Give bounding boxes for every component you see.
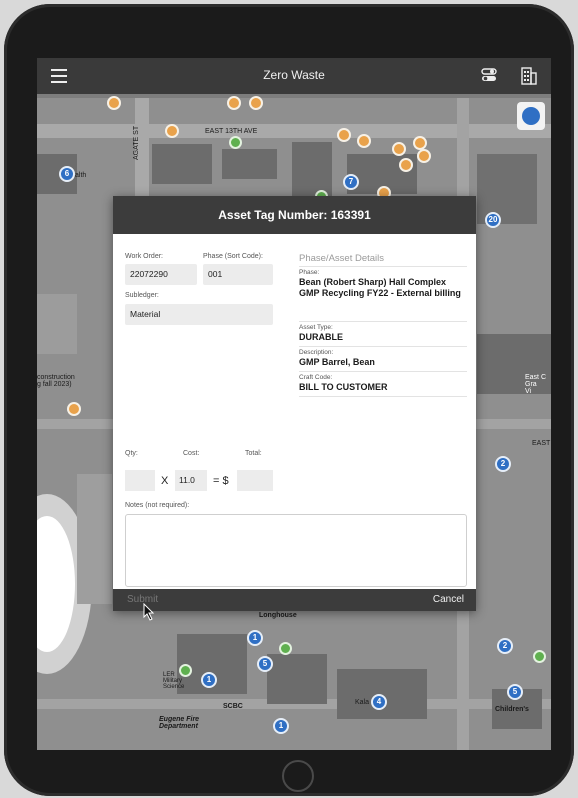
detail-label: Craft Code: bbox=[299, 374, 333, 381]
green-pin[interactable] bbox=[279, 642, 292, 655]
orange-pin[interactable] bbox=[357, 134, 371, 148]
total-field[interactable] bbox=[237, 470, 273, 491]
detail-value: DURABLE bbox=[299, 332, 343, 342]
home-button[interactable] bbox=[282, 760, 314, 792]
locate-button[interactable] bbox=[517, 102, 545, 130]
blue-numbered-pin[interactable]: 5 bbox=[507, 684, 523, 700]
phase-field[interactable]: 001 bbox=[203, 264, 273, 285]
green-pin[interactable] bbox=[179, 664, 192, 677]
building-label: Children's bbox=[495, 706, 529, 713]
detail-value: Bean (Robert Sharp) Hall Complex GMP Rec… bbox=[299, 277, 461, 298]
orange-pin[interactable] bbox=[392, 142, 406, 156]
street-label: EAST 13TH AVE bbox=[205, 128, 258, 135]
phase-label: Phase (Sort Code): bbox=[203, 253, 263, 260]
details-title: Phase/Asset Details bbox=[299, 253, 385, 264]
building-label: Longhouse bbox=[259, 612, 297, 619]
orange-pin[interactable] bbox=[67, 402, 81, 416]
detail-value: BILL TO CUSTOMER bbox=[299, 382, 388, 392]
cost-label: Cost: bbox=[183, 450, 200, 457]
equals-symbol: = $ bbox=[213, 475, 229, 487]
asset-tag-dialog: Asset Tag Number: 163391 Work Order: 220… bbox=[113, 196, 476, 611]
times-symbol: X bbox=[161, 475, 169, 487]
work-order-label: Work Order: bbox=[125, 253, 163, 260]
blue-numbered-pin[interactable]: 2 bbox=[497, 638, 513, 654]
building-label: SCBC bbox=[223, 703, 243, 710]
app-title: Zero Waste bbox=[263, 68, 325, 82]
work-order-field[interactable]: 22072290 bbox=[125, 264, 197, 285]
building-label: Eugene Fire Department bbox=[159, 716, 200, 730]
street-label: AGATE ST bbox=[133, 125, 140, 160]
green-pin[interactable] bbox=[533, 650, 546, 663]
total-label: Total: bbox=[245, 450, 262, 457]
detail-label: Description: bbox=[299, 349, 334, 356]
blue-numbered-pin[interactable]: 5 bbox=[257, 656, 273, 672]
street-label: EAST bbox=[532, 440, 551, 447]
orange-pin[interactable] bbox=[107, 96, 121, 110]
orange-pin[interactable] bbox=[417, 149, 431, 163]
detail-label: Phase: bbox=[299, 269, 320, 276]
orange-pin[interactable] bbox=[165, 124, 179, 138]
orange-pin[interactable] bbox=[227, 96, 241, 110]
dialog-title: Asset Tag Number: 163391 bbox=[113, 196, 476, 234]
detail-description: Description: GMP Barrel, Bean bbox=[299, 346, 467, 368]
cancel-button[interactable]: Cancel bbox=[433, 594, 464, 605]
subledger-label: Subledger: bbox=[125, 292, 159, 299]
blue-numbered-pin[interactable]: 6 bbox=[59, 166, 75, 182]
qty-label: Qty: bbox=[125, 450, 138, 457]
blue-numbered-pin[interactable]: 2 bbox=[495, 456, 511, 472]
detail-asset-type: Asset Type: DURABLE bbox=[299, 321, 467, 343]
blue-numbered-pin[interactable]: 1 bbox=[273, 718, 289, 734]
building-label: East C Gra Vi bbox=[525, 374, 547, 395]
building-label: construction g fall 2023) bbox=[37, 374, 75, 388]
blue-numbered-pin[interactable]: 20 bbox=[485, 212, 501, 228]
detail-phase: Phase: Bean (Robert Sharp) Hall Complex … bbox=[299, 266, 467, 299]
orange-pin[interactable] bbox=[337, 128, 351, 142]
blue-numbered-pin[interactable]: 7 bbox=[343, 174, 359, 190]
orange-pin[interactable] bbox=[249, 96, 263, 110]
orange-pin[interactable] bbox=[399, 158, 413, 172]
location-icon bbox=[522, 107, 540, 125]
detail-craft-code: Craft Code: BILL TO CUSTOMER bbox=[299, 371, 467, 397]
notes-textarea[interactable] bbox=[125, 514, 467, 587]
toggle-icon[interactable] bbox=[481, 67, 497, 88]
green-pin[interactable] bbox=[229, 136, 242, 149]
detail-label: Asset Type: bbox=[299, 324, 333, 331]
building-label: Kala bbox=[355, 699, 370, 706]
top-nav-bar: Zero Waste bbox=[37, 58, 551, 94]
detail-value: GMP Barrel, Bean bbox=[299, 357, 375, 367]
mouse-cursor-icon bbox=[143, 603, 155, 621]
qty-input[interactable] bbox=[125, 470, 155, 491]
building-label: alth bbox=[75, 172, 87, 179]
blue-numbered-pin[interactable]: 1 bbox=[247, 630, 263, 646]
notes-label: Notes (not required): bbox=[125, 502, 190, 509]
building-icon[interactable] bbox=[521, 67, 537, 90]
cost-input[interactable]: 11.0 bbox=[175, 470, 207, 491]
blue-numbered-pin[interactable]: 4 bbox=[371, 694, 387, 710]
orange-pin[interactable] bbox=[413, 136, 427, 150]
dialog-footer: Submit Cancel bbox=[113, 589, 476, 611]
subledger-field[interactable]: Material bbox=[125, 304, 273, 325]
blue-numbered-pin[interactable]: 1 bbox=[201, 672, 217, 688]
app-screen: EAST 13TH AVE AGATE ST alth construction… bbox=[37, 58, 551, 750]
